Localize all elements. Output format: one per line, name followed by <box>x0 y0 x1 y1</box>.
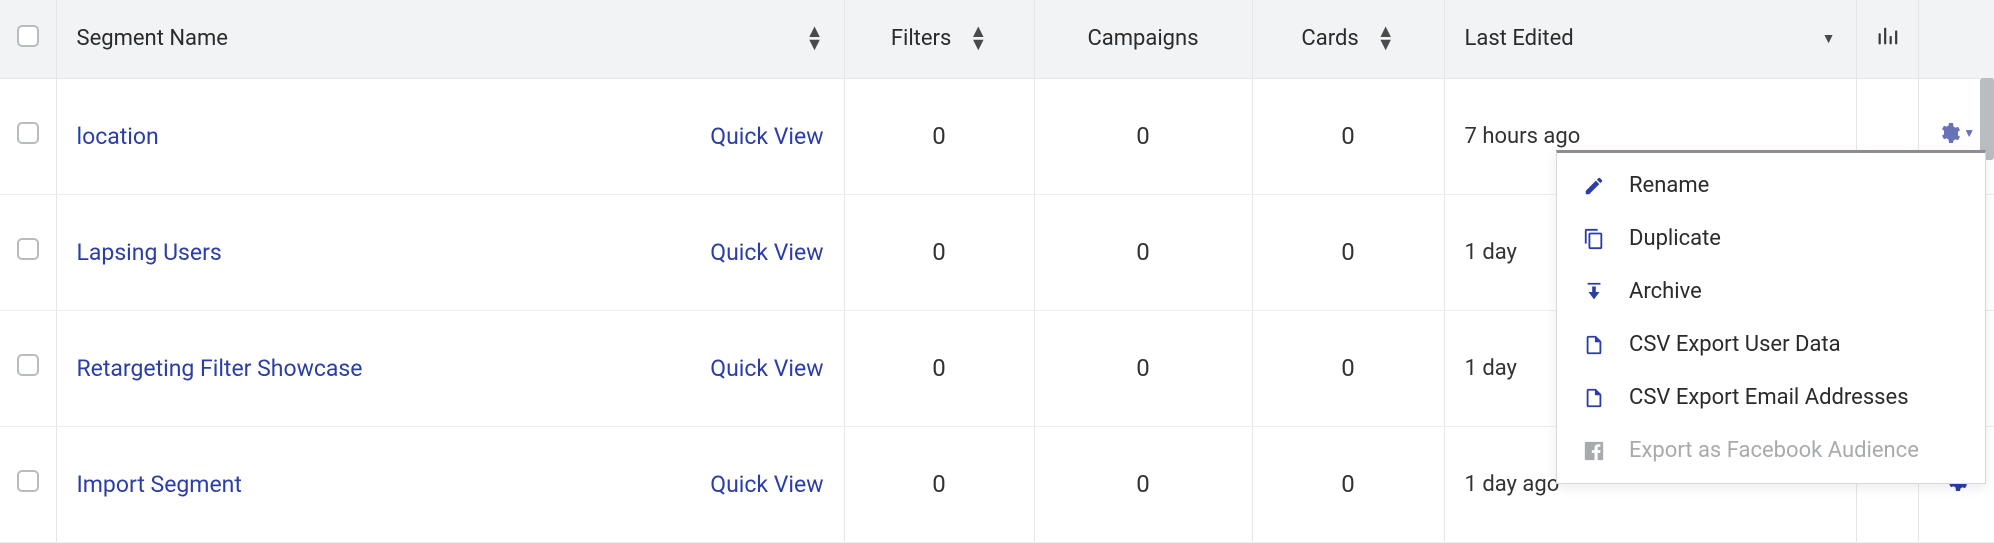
table-header-row: Segment Name ▲▼ Filters ▲▼ Campaigns Car… <box>0 0 1994 78</box>
menu-item-label: Duplicate <box>1629 226 1721 251</box>
header-segment-name-label: Segment Name <box>77 26 228 51</box>
header-campaigns[interactable]: Campaigns <box>1034 0 1252 78</box>
bar-chart-icon <box>1876 25 1898 53</box>
cards-value: 0 <box>1252 426 1444 542</box>
cards-value: 0 <box>1252 194 1444 310</box>
file-icon <box>1581 387 1607 409</box>
scrollbar[interactable] <box>1980 78 1994 160</box>
row-actions-menu: Rename Duplicate Archive CSV Export User… <box>1556 150 1986 484</box>
header-select-all <box>0 0 56 78</box>
header-last-edited-label: Last Edited <box>1465 26 1574 51</box>
menu-item-archive[interactable]: Archive <box>1557 265 1985 318</box>
sort-icon: ▲▼ <box>1377 26 1395 51</box>
caret-down-icon: ▼ <box>1822 30 1836 47</box>
pencil-icon <box>1581 175 1607 197</box>
header-cards[interactable]: Cards ▲▼ <box>1252 0 1444 78</box>
header-last-edited[interactable]: Last Edited ▼ <box>1444 0 1856 78</box>
quick-view-button[interactable]: Quick View <box>710 471 823 498</box>
segment-name-link[interactable]: Lapsing Users <box>77 239 222 266</box>
filters-value: 0 <box>844 78 1034 194</box>
download-icon <box>1581 281 1607 303</box>
row-checkbox[interactable] <box>17 470 39 492</box>
header-segment-name[interactable]: Segment Name ▲▼ <box>56 0 844 78</box>
gear-icon <box>1937 121 1961 145</box>
quick-view-button[interactable]: Quick View <box>710 239 823 266</box>
menu-item-label: CSV Export User Data <box>1629 332 1841 357</box>
quick-view-button[interactable]: Quick View <box>710 355 823 382</box>
sort-icon: ▲▼ <box>969 26 987 51</box>
campaigns-value: 0 <box>1034 78 1252 194</box>
file-icon <box>1581 334 1607 356</box>
row-checkbox[interactable] <box>17 354 39 376</box>
row-checkbox[interactable] <box>17 122 39 144</box>
row-checkbox[interactable] <box>17 238 39 260</box>
menu-item-label: Rename <box>1629 173 1709 198</box>
campaigns-value: 0 <box>1034 194 1252 310</box>
header-actions <box>1918 0 1994 78</box>
segment-name-link[interactable]: Import Segment <box>77 471 242 498</box>
cards-value: 0 <box>1252 78 1444 194</box>
menu-item-label: Export as Facebook Audience <box>1629 438 1919 463</box>
filters-value: 0 <box>844 194 1034 310</box>
campaigns-value: 0 <box>1034 310 1252 426</box>
cards-value: 0 <box>1252 310 1444 426</box>
menu-item-duplicate[interactable]: Duplicate <box>1557 212 1985 265</box>
menu-item-csv-email[interactable]: CSV Export Email Addresses <box>1557 371 1985 424</box>
copy-icon <box>1581 228 1607 250</box>
filters-value: 0 <box>844 426 1034 542</box>
menu-item-label: CSV Export Email Addresses <box>1629 385 1909 410</box>
header-filters[interactable]: Filters ▲▼ <box>844 0 1034 78</box>
sort-icon: ▲▼ <box>806 26 824 51</box>
menu-item-label: Archive <box>1629 279 1702 304</box>
filters-value: 0 <box>844 310 1034 426</box>
campaigns-value: 0 <box>1034 426 1252 542</box>
facebook-icon <box>1581 440 1607 462</box>
header-campaigns-label: Campaigns <box>1087 26 1198 51</box>
caret-down-icon: ▼ <box>1963 126 1975 140</box>
menu-item-facebook: Export as Facebook Audience <box>1557 424 1985 477</box>
header-cards-label: Cards <box>1301 26 1358 51</box>
row-actions-button[interactable]: ▼ <box>1937 121 1975 145</box>
menu-item-csv-user[interactable]: CSV Export User Data <box>1557 318 1985 371</box>
segment-name-link[interactable]: location <box>77 123 159 150</box>
quick-view-button[interactable]: Quick View <box>710 123 823 150</box>
menu-item-rename[interactable]: Rename <box>1557 159 1985 212</box>
header-chart[interactable] <box>1856 0 1918 78</box>
header-filters-label: Filters <box>891 26 952 51</box>
segment-name-link[interactable]: Retargeting Filter Showcase <box>77 355 363 382</box>
select-all-checkbox[interactable] <box>17 25 39 47</box>
